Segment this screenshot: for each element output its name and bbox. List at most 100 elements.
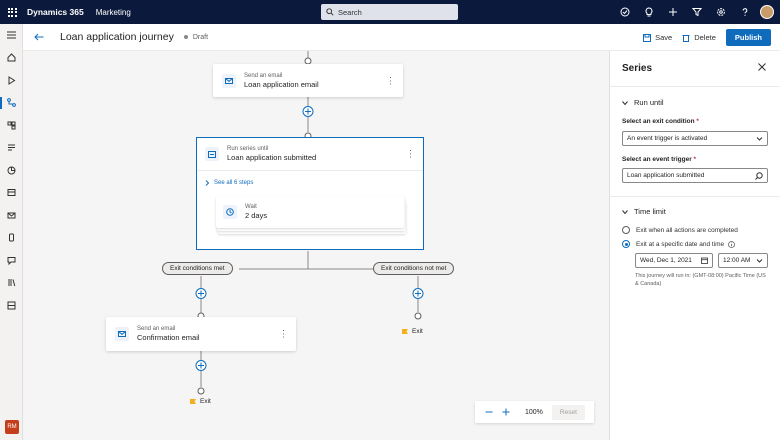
wait-card[interactable]: Wait 2 days [216, 196, 404, 228]
card-title: Loan application submitted [227, 153, 317, 162]
minus-icon [485, 411, 493, 413]
send-email-card[interactable]: Send an email Loan application email ⋮ [213, 64, 403, 97]
app-area-name: Marketing [95, 7, 131, 17]
connector-node [197, 387, 205, 395]
email-icon [115, 327, 129, 341]
plus-icon[interactable] [661, 0, 685, 24]
filter-icon[interactable] [685, 0, 709, 24]
search-icon [755, 172, 763, 180]
add-step-button[interactable] [195, 288, 207, 299]
plus-icon [502, 408, 510, 416]
email-icon[interactable] [0, 204, 23, 227]
user-avatar[interactable] [760, 5, 774, 19]
radio-button-selected[interactable] [622, 240, 630, 248]
exit-condition-dropdown[interactable]: An event trigger is activated [622, 131, 768, 146]
exit-date-picker[interactable]: Wed, Dec 1, 2021 [635, 253, 713, 268]
reset-zoom-button[interactable]: Reset [551, 404, 585, 420]
command-actions: Save Delete Publish [643, 29, 771, 46]
journey-status: Draft [192, 33, 209, 41]
flag-icon [190, 399, 196, 404]
global-search-input[interactable]: Search [321, 4, 458, 20]
time-limit-section-toggle[interactable]: Time limit [622, 207, 666, 216]
top-bar-actions [613, 0, 780, 24]
run-until-section-toggle[interactable]: Run until [622, 98, 664, 107]
divider [610, 86, 780, 87]
analytics-icon[interactable] [0, 159, 23, 182]
exit-time-dropdown[interactable]: 12:00 AM [718, 253, 768, 268]
exit-label: Exit [200, 398, 211, 405]
settings-gear-icon[interactable] [709, 0, 733, 24]
event-trigger-value: Loan application submitted [627, 172, 705, 179]
trash-icon [682, 34, 690, 42]
zoom-out-button[interactable] [482, 405, 496, 419]
left-navigation-rail: RM [0, 24, 23, 440]
add-step-button[interactable] [412, 288, 424, 299]
section-heading: Run until [634, 98, 664, 107]
journey-canvas[interactable]: Send an email Loan application email ⋮ R… [23, 51, 609, 440]
library-icon[interactable] [0, 272, 23, 295]
area-switcher-badge[interactable]: RM [5, 420, 19, 434]
radio-button[interactable] [622, 226, 630, 234]
sms-icon[interactable] [0, 249, 23, 272]
card-type: Run series until [227, 146, 269, 152]
more-options-icon[interactable]: ⋮ [386, 76, 395, 85]
card-type: Send an email [137, 326, 176, 332]
assets-icon[interactable] [0, 294, 23, 317]
delete-button[interactable]: Delete [682, 33, 716, 42]
exit-condition-label: Select an exit condition * [622, 118, 699, 125]
status-dot-icon [183, 35, 188, 39]
exit-conditions-met-pill[interactable]: Exit conditions met [162, 262, 233, 275]
exit-node: Exit [190, 398, 211, 405]
series-header: Run series until Loan application submit… [197, 138, 423, 171]
app-launcher-icon[interactable] [0, 0, 24, 24]
zoom-controls: 100% Reset [475, 401, 594, 423]
add-step-button[interactable] [195, 360, 207, 371]
close-icon[interactable] [758, 63, 766, 73]
send-email-card[interactable]: Send an email Confirmation email ⋮ [106, 317, 296, 351]
push-notification-icon[interactable] [0, 227, 23, 250]
play-icon[interactable] [0, 69, 23, 92]
zoom-in-button[interactable] [499, 405, 513, 419]
connector-node [414, 312, 422, 320]
exit-conditions-not-met-pill[interactable]: Exit conditions not met [373, 262, 455, 275]
dashboard-icon[interactable] [0, 182, 23, 205]
series-icon [205, 147, 219, 161]
radio-label: Exit at a specific date and time [636, 240, 725, 248]
exit-date-value: Wed, Dec 1, 2021 [640, 257, 692, 264]
run-series-card[interactable]: Run series until Loan application submit… [196, 137, 424, 250]
save-icon [643, 33, 652, 42]
see-all-label: See all 6 steps [214, 180, 254, 186]
publish-button[interactable]: Publish [725, 29, 771, 46]
help-icon[interactable] [733, 0, 757, 24]
add-step-button[interactable] [302, 106, 314, 117]
save-button[interactable]: Save [643, 33, 672, 42]
chevron-down-icon [622, 100, 628, 105]
top-navigation-bar: Dynamics 365 Marketing Search [0, 0, 780, 24]
event-trigger-label: Select an event trigger * [622, 156, 697, 163]
event-trigger-lookup[interactable]: Loan application submitted [622, 168, 768, 183]
chevron-down-icon [622, 209, 628, 214]
app-name[interactable]: Dynamics 365 [27, 7, 84, 17]
more-options-icon[interactable]: ⋮ [279, 329, 288, 339]
exit-when-completed-radio[interactable]: Exit when all actions are completed [622, 226, 738, 234]
home-icon[interactable] [0, 47, 23, 70]
forms-icon[interactable] [0, 137, 23, 160]
calendar-icon [701, 257, 708, 264]
save-label: Save [655, 33, 673, 42]
info-icon[interactable] [728, 240, 736, 248]
lightbulb-icon[interactable] [637, 0, 661, 24]
chevron-down-icon [756, 259, 763, 263]
segments-icon[interactable] [0, 114, 23, 137]
more-options-icon[interactable]: ⋮ [406, 149, 415, 159]
back-arrow-icon[interactable] [24, 24, 54, 51]
journeys-icon[interactable] [0, 92, 23, 115]
chevron-down-icon [756, 137, 763, 141]
hamburger-menu-icon[interactable] [0, 24, 23, 47]
exit-at-specific-time-radio[interactable]: Exit at a specific date and time [622, 240, 736, 248]
card-title: 2 days [245, 211, 268, 220]
wait-step-stack[interactable]: Wait 2 days [216, 196, 406, 234]
exit-node: Exit [402, 328, 423, 335]
task-check-icon[interactable] [613, 0, 637, 24]
card-title: Confirmation email [137, 333, 200, 342]
see-all-steps-link[interactable]: See all 6 steps [205, 180, 253, 186]
